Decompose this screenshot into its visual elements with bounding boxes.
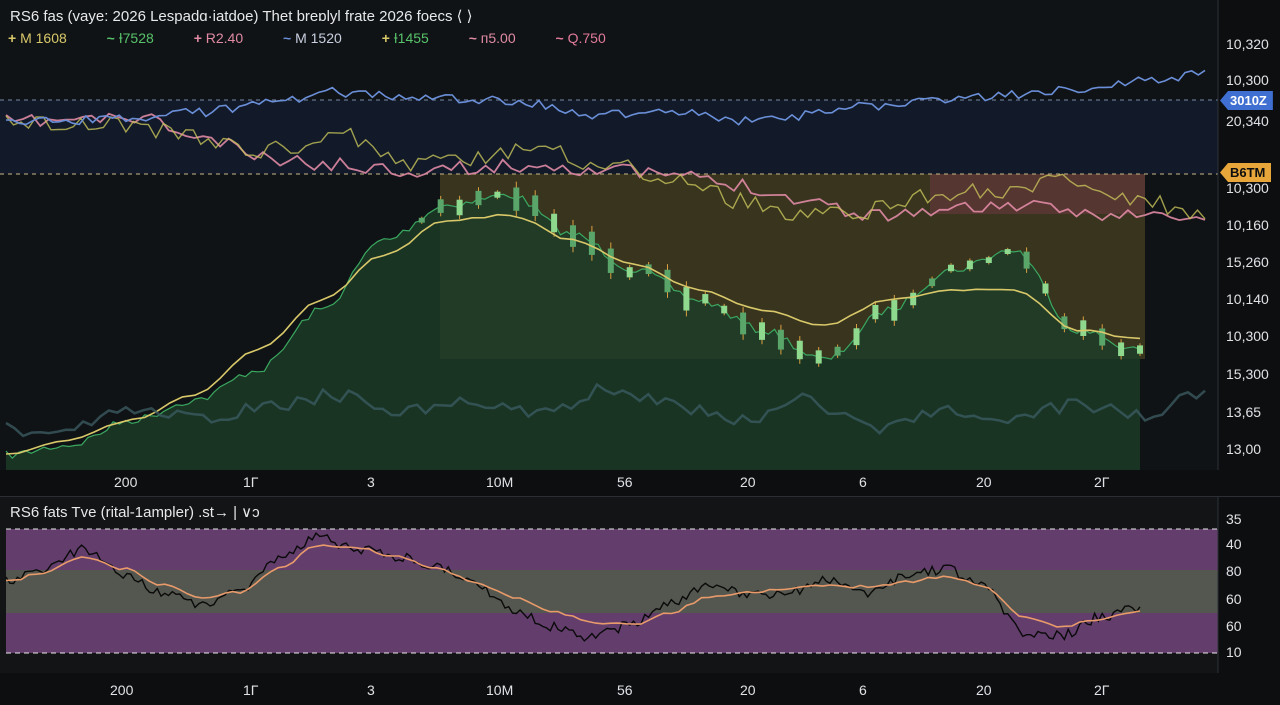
rsi-y-tick-label: 60 — [1226, 591, 1242, 607]
rsi-chart-canvas[interactable] — [0, 497, 1280, 705]
x-tick-label: 3 — [367, 682, 375, 698]
x-tick-label: 1Γ — [243, 474, 259, 490]
x-tick-label: 2Γ — [1094, 474, 1110, 490]
x-tick-label: 20 — [740, 682, 756, 698]
y-tick-label: 10,140 — [1226, 291, 1269, 307]
rsi-y-tick-label: 60 — [1226, 618, 1242, 634]
candle-body — [891, 300, 898, 321]
candle-body — [664, 269, 671, 293]
y-tick-label: 20,340 — [1226, 113, 1269, 129]
main-chart-panel: RS6 fas (vaye: 2026 Lespadɑ·iatdoe) Thet… — [0, 0, 1280, 490]
rsi-panel: RS6 fats Tve (ritаl-1ampler) .st→ | ∨ɔ 3… — [0, 496, 1280, 705]
candle-body — [513, 187, 520, 211]
x-tick-label: 3 — [367, 474, 375, 490]
x-tick-label: 6 — [859, 682, 867, 698]
candle-body — [834, 346, 841, 356]
candle-body — [456, 199, 463, 216]
rsi-y-tick-label: 80 — [1226, 563, 1242, 579]
x-tick-label: 56 — [617, 474, 633, 490]
main-chart-canvas[interactable] — [0, 0, 1280, 490]
x-tick-label: 2Γ — [1094, 682, 1110, 698]
candle-body — [1080, 320, 1087, 336]
candle-body — [1118, 342, 1125, 357]
candle-body — [721, 305, 728, 314]
candle-body — [494, 191, 501, 198]
y-tick-label: 13,65 — [1226, 404, 1262, 420]
y-tick-label: 15,300 — [1226, 366, 1269, 382]
x-tick-label: 200 — [110, 682, 134, 698]
candle-body — [985, 257, 992, 263]
rsi-mid-band — [6, 570, 1218, 613]
legend-item-3[interactable]: + R2.40 — [194, 30, 261, 46]
candle-body — [948, 264, 954, 272]
candle-body — [929, 278, 936, 287]
y-tick-label: 10,320 — [1226, 36, 1269, 52]
legend-item-2[interactable]: ~ Ɨ7528 — [107, 30, 172, 46]
candle-body — [815, 350, 822, 364]
y-tick-label: 10,160 — [1226, 217, 1269, 233]
x-tick-label: 20 — [976, 682, 992, 698]
candle-body — [607, 248, 614, 273]
candle-body — [418, 217, 425, 223]
price-marker-blue[interactable]: 3010Z — [1220, 91, 1273, 110]
rsi-y-tick-label: 35 — [1226, 511, 1242, 527]
x-tick-label: 6 — [859, 474, 867, 490]
price-marker-orange[interactable]: B6TM — [1220, 163, 1272, 182]
candle-body — [683, 287, 690, 311]
rsi-y-tick-label: 40 — [1226, 536, 1242, 552]
y-tick-label: 15,260 — [1226, 254, 1269, 270]
candle-body — [532, 195, 539, 217]
legend-item-5[interactable]: + Ɨ1455 — [382, 30, 447, 46]
x-tick-label: 20 — [976, 474, 992, 490]
rsi-upper-band — [6, 529, 1218, 570]
legend-item-6[interactable]: ~ ᴨ5.00 — [469, 30, 534, 46]
candle-body — [1023, 251, 1030, 269]
legend: + M 1608 ~ Ɨ7528 + R2.40 ~ M 1520 + Ɨ145… — [8, 30, 642, 46]
legend-item-1[interactable]: + M 1608 — [8, 30, 85, 46]
candle-body — [759, 322, 765, 340]
y-tick-label: 10,300 — [1226, 72, 1269, 88]
x-tick-label: 10M — [486, 682, 514, 698]
rsi-y-tick-label: 10 — [1226, 644, 1242, 660]
legend-item-7[interactable]: ~ Q.750 — [556, 30, 624, 46]
y-tick-label: 10,300 — [1226, 328, 1269, 344]
candle-body — [626, 267, 633, 278]
candle-body — [1099, 328, 1106, 346]
candle-body — [1137, 345, 1143, 354]
candle-body — [570, 225, 576, 247]
y-tick-label: 10,300 — [1226, 180, 1269, 196]
candle-body — [740, 312, 747, 335]
x-tick-label: 200 — [114, 474, 138, 490]
candle-body — [475, 190, 482, 206]
x-tick-label: 56 — [617, 682, 633, 698]
candle-body — [872, 304, 879, 320]
candle-body — [1042, 283, 1049, 294]
candle-body — [588, 231, 595, 255]
candle-body — [910, 292, 917, 306]
candle-body — [1004, 249, 1011, 254]
rsi-panel-title: RS6 fats Tve (ritаl-1ampler) .st→ | ∨ɔ — [10, 504, 260, 521]
x-tick-label: 10M — [486, 474, 514, 490]
legend-item-4[interactable]: ~ M 1520 — [283, 30, 360, 46]
x-tick-label: 1Γ — [243, 682, 259, 698]
candle-body — [437, 199, 444, 213]
candle-body — [966, 260, 973, 270]
pink-range-box — [930, 174, 1145, 214]
main-chart-title: RS6 fas (vaye: 2026 Lespadɑ·iatdoe) Thet… — [10, 8, 473, 25]
candle-body — [702, 294, 709, 304]
candle-body — [551, 213, 558, 233]
x-tick-label: 20 — [740, 474, 756, 490]
candle-body — [796, 340, 803, 360]
candle-body — [777, 329, 784, 350]
y-tick-label: 13,00 — [1226, 441, 1262, 457]
candle-body — [853, 328, 860, 346]
